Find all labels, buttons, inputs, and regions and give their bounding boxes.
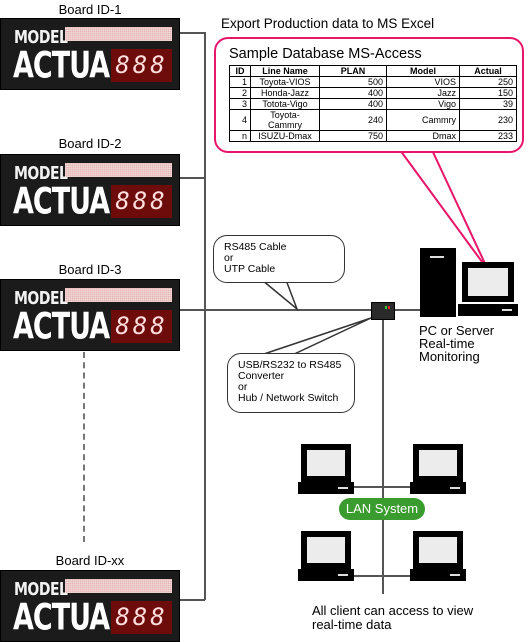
server-label: PC or Server Real-time Monitoring <box>419 324 530 363</box>
converter-line: Hub / Network Switch <box>238 392 339 404</box>
lan-system-badge: LAN System <box>339 498 425 520</box>
client-keyboard-icon <box>298 482 354 494</box>
server-keyboard-icon <box>458 304 518 316</box>
client-monitor-icon <box>301 444 351 482</box>
caption-line: real-time data <box>312 617 392 632</box>
client-monitor-icon <box>301 531 351 569</box>
converter-line: Converter <box>238 370 285 382</box>
client-monitor-icon <box>413 531 463 569</box>
client-keyboard-icon <box>298 569 354 581</box>
server-tower-icon <box>420 248 456 317</box>
converter-callout: USB/RS232 to RS485 Converter or Hub / Ne… <box>227 353 355 413</box>
server-monitor-icon <box>462 262 514 302</box>
caption-line: All client can access to view <box>312 603 474 618</box>
client-keyboard-icon <box>410 569 466 581</box>
client-keyboard-icon <box>410 482 466 494</box>
clients-caption: All client can access to view real-time … <box>312 604 473 632</box>
client-monitor-icon <box>413 444 463 482</box>
server-label-line: Real-time Monitoring <box>419 336 480 364</box>
